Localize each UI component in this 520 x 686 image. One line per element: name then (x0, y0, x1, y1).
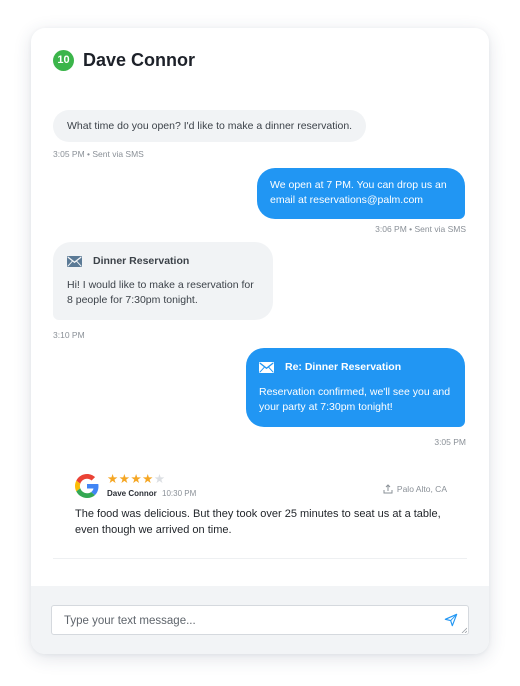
google-review-card: ★ ★ ★ ★ ★ Dave Connor 10:30 PM Palo Alto… (53, 464, 467, 559)
review-author: Dave Connor (107, 489, 157, 498)
message-meta: 3:05 PM • Sent via SMS (53, 149, 144, 159)
star-icon: ★ (107, 472, 119, 486)
message-input[interactable] (62, 611, 436, 631)
outgoing-message-bubble: We open at 7 PM. You can drop us an emai… (257, 168, 465, 219)
conversation-header: 10 Dave Connor (53, 48, 195, 72)
email-subject: Re: Dinner Reservation (285, 361, 402, 373)
location-pin-icon (383, 484, 393, 494)
star-icon: ★ (130, 472, 143, 486)
star-icon: ★ (118, 472, 131, 486)
email-subject-row: Dinner Reservation (67, 254, 259, 269)
incoming-message-bubble: What time do you open? I'd like to make … (53, 110, 367, 142)
star-icon: ★ (153, 472, 166, 486)
google-icon (75, 474, 99, 498)
message-meta: 3:06 PM • Sent via SMS (375, 224, 466, 234)
star-icon: ★ (142, 472, 154, 486)
message-text: We open at 7 PM. You can drop us an emai… (270, 179, 447, 206)
contact-name: Dave Connor (83, 49, 196, 70)
mail-icon (259, 362, 274, 373)
review-meta: Dave Connor 10:30 PM (107, 489, 196, 498)
outgoing-email-bubble: Re: Dinner Reservation Reservation confi… (246, 348, 465, 427)
review-location-text: Palo Alto, CA (396, 484, 447, 494)
resize-grip-icon[interactable] (461, 627, 467, 633)
star-rating: ★ ★ ★ ★ ★ (107, 472, 166, 486)
email-subject: Dinner Reservation (93, 255, 190, 267)
review-location: Palo Alto, CA (383, 484, 447, 494)
message-text: Hi! I would like to make a reservation f… (67, 279, 254, 306)
message-meta: 3:10 PM (53, 330, 85, 340)
message-meta: 3:05 PM (434, 437, 466, 447)
message-text: What time do you open? I'd like to make … (67, 119, 353, 132)
incoming-email-bubble: Dinner Reservation Hi! I would like to m… (53, 242, 273, 320)
email-subject-row: Re: Dinner Reservation (259, 360, 451, 375)
send-icon[interactable] (444, 613, 458, 627)
message-composer (51, 605, 469, 635)
composer-area (31, 586, 489, 654)
unread-count-badge: 10 (53, 49, 74, 71)
message-text: Reservation confirmed, we'll see you and… (259, 386, 451, 413)
conversation-panel: 10 Dave Connor What time do you open? I'… (31, 28, 489, 654)
review-time: 10:30 PM (162, 489, 197, 498)
review-text: The food was delicious. But they took ov… (75, 508, 441, 536)
mail-icon (67, 256, 82, 267)
